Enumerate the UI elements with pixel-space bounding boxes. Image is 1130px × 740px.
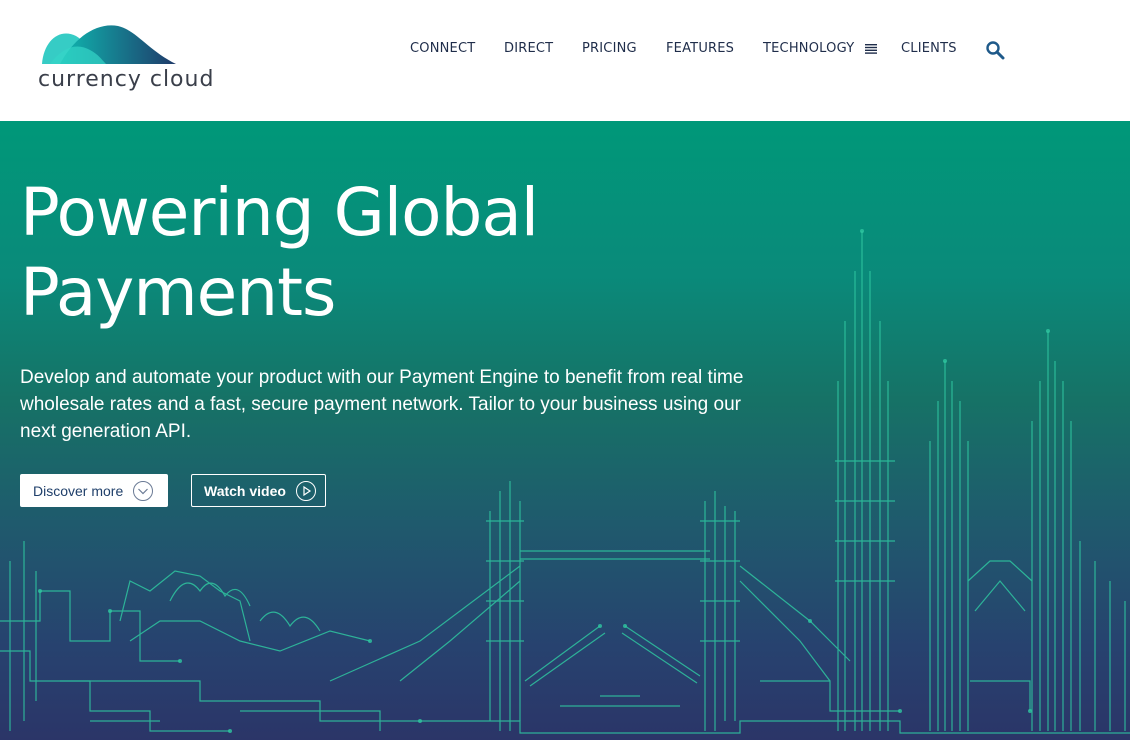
search-icon[interactable]: [985, 40, 1005, 60]
hero-section: Powering Global Payments Develop and aut…: [0, 121, 1130, 740]
watch-video-label: Watch video: [204, 482, 286, 499]
nav-item-features[interactable]: FEATURES: [666, 39, 734, 59]
nav-item-clients[interactable]: CLIENTS: [901, 39, 957, 59]
watch-video-button[interactable]: Watch video: [191, 474, 326, 507]
hero-title-line-1: Powering Global: [20, 174, 539, 251]
hero-description: Develop and automate your product with o…: [20, 367, 744, 442]
nav-item-connect[interactable]: CONNECT: [410, 39, 475, 59]
hamburger-icon: [864, 43, 877, 54]
site-header: currency cloud CONNECT DIRECT PRICING FE…: [0, 0, 1130, 121]
nav-item-technology[interactable]: TECHNOLOGY: [763, 39, 877, 59]
hero-title: Powering Global Payments: [20, 173, 720, 333]
discover-more-button[interactable]: Discover more: [20, 474, 168, 507]
nav-item-direct[interactable]: DIRECT: [504, 39, 553, 59]
nav-item-pricing[interactable]: PRICING: [582, 39, 637, 59]
nav-item-technology-label: TECHNOLOGY: [763, 41, 855, 56]
main-nav: CONNECT DIRECT PRICING FEATURES TECHNOLO…: [0, 39, 1130, 61]
hero-title-line-2: Payments: [20, 254, 336, 331]
logo-text: currency cloud: [38, 67, 215, 92]
play-circle-icon: [295, 480, 316, 501]
chevron-down-circle-icon: [133, 480, 154, 501]
discover-more-label: Discover more: [33, 482, 124, 499]
